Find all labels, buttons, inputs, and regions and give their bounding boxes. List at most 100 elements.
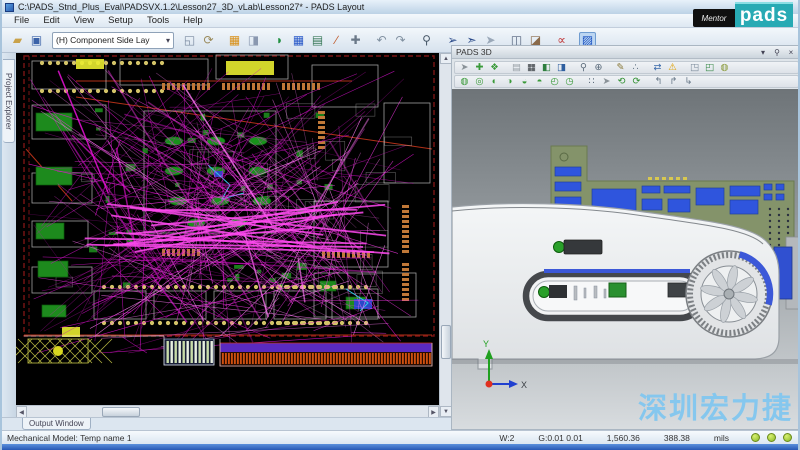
project-explorer-tab[interactable]: Project Explorer [3,59,15,143]
view-iso2-icon[interactable]: ◷ [562,76,577,88]
edit-model-icon[interactable]: ❖ [487,62,502,74]
grid-icon[interactable]: ▦ [290,32,307,49]
step-fwd-icon[interactable]: ↱ [666,76,681,88]
view-bottom-icon[interactable]: ◎ [472,76,487,88]
status-indicators [741,433,800,442]
board-sheet-icon[interactable]: ▤ [509,62,524,74]
pointer-3d-icon[interactable]: ➤ [457,62,472,74]
toolbar-group-file: ▰▣ [8,32,46,49]
status-width-mode[interactable]: W:2 [487,433,526,443]
board-view-icon[interactable]: ▦ [226,32,243,49]
status-indicator-icon[interactable] [783,433,792,442]
paste-icon[interactable]: ◨ [245,32,262,49]
cube-top-icon[interactable]: ◧ [539,62,554,74]
pads-3d-toolbar-2: ◍◎◐◑◒◓◴◷ ∷➤⟲⟳ ↰↱↳ [454,75,799,88]
horizontal-scrollbar[interactable]: ◀ ▶ [16,405,439,417]
layer-dropdown-value: (H) Component Side Lay [56,35,150,45]
route-icon[interactable]: ◗ [271,32,288,49]
measure-3d-icon[interactable]: ✎ [613,62,628,74]
view-iso1-icon[interactable]: ◴ [547,76,562,88]
vertical-scroll-thumb[interactable] [441,325,451,359]
add-model-icon[interactable]: ✚ [472,62,487,74]
pan-3d-icon[interactable]: ⊕ [591,62,606,74]
undo-icon[interactable]: ↶ [373,32,390,49]
status-coord-y: 388.38 [652,433,702,443]
horizontal-scroll-thumb[interactable] [102,407,140,417]
select-3d-icon[interactable]: ➤ [599,76,614,88]
toolbar-separator [500,32,507,33]
report-icon[interactable]: ◳ [687,62,702,74]
status-message: Mechanical Model: Temp name 1 [2,433,487,443]
toolbar-separator [644,81,651,82]
vertical-scrollbar[interactable]: ▲ ▼ [439,53,451,417]
pads-logo: pads [735,2,793,27]
redraw-icon[interactable]: ⟳ [200,32,217,49]
via-icon[interactable]: ✚ [347,32,364,49]
toolbar-separator [436,32,443,33]
pads-3d-panel: PADS 3D ▾⚲× ➤✚❖▤▦◧◨⚲⊕✎∴⇄⚠◳◰◍ ◍◎◐◑◒◓◴◷∷➤⟲… [451,45,800,430]
save-icon[interactable]: ▣ [28,32,45,49]
menu-help[interactable]: Help [176,15,210,26]
view-front-icon[interactable]: ◐ [487,76,502,88]
status-indicator-icon[interactable] [751,433,760,442]
menu-file[interactable]: File [7,15,36,26]
status-grid[interactable]: G:0.01 0.01 [526,433,594,443]
snap-points-icon[interactable]: ∷ [584,76,599,88]
pads-3d-viewport[interactable]: YX 深圳宏力捷 [452,89,800,429]
zoom-3d-icon[interactable]: ⚲ [576,62,591,74]
collision-icon[interactable]: ⇄ [650,62,665,74]
bottom-tab-row: Output Window [2,417,451,430]
left-tab-strip: Project Explorer [2,53,16,417]
pcb-canvas[interactable] [16,53,439,405]
toolbar-separator [569,67,576,68]
toolbar-separator [606,67,613,68]
measure-icon[interactable]: ∕ [328,32,345,49]
dfa-warning-icon[interactable]: ⚠ [665,62,680,74]
panel-menu-icon[interactable]: ▾ [757,47,769,57]
view-top-icon[interactable]: ◍ [457,76,472,88]
step-back-icon[interactable]: ↰ [651,76,666,88]
title-bar: C:\PADS_Stnd_Plus_Eval\PADSVX.1.2\Lesson… [2,0,800,14]
status-units[interactable]: mils [702,433,741,443]
svg-text:X: X [521,380,527,390]
panel-close-icon[interactable]: × [785,47,797,57]
toolbar-separator [680,67,687,68]
layers-icon[interactable]: ▤ [309,32,326,49]
zoom-icon[interactable]: ⚲ [418,32,435,49]
toolbar-separator [571,32,578,33]
snapshot-icon[interactable]: ◍ [717,62,732,74]
pads-3d-toolbar-1: ➤✚❖ ▤▦◧◨ ⚲⊕ ✎∴ ⇄⚠ ◳◰◍ [454,61,799,74]
toolbar-separator [577,81,584,82]
step-up-icon[interactable]: ↳ [681,76,696,88]
output-window-tab[interactable]: Output Window [22,418,91,430]
menu-setup[interactable]: Setup [101,15,140,26]
rotate-cw-icon[interactable]: ⟳ [629,76,644,88]
layer-dropdown[interactable]: (H) Component Side Lay ▾ [52,32,174,49]
branding: Mentor pads [693,2,793,27]
menu-edit[interactable]: Edit [36,15,66,26]
board-3d-icon[interactable]: ▦ [524,62,539,74]
menu-view[interactable]: View [67,15,101,26]
redo-icon[interactable]: ↷ [392,32,409,49]
view-back-icon[interactable]: ◑ [502,76,517,88]
panel-pin-icon[interactable]: ⚲ [771,47,783,57]
mentor-logo: Mentor [693,9,735,27]
watermark: 深圳宏力捷 [638,385,793,427]
status-indicator-icon[interactable] [767,433,776,442]
open-file-icon[interactable]: ▰ [9,32,26,49]
rotate-ccw-icon[interactable]: ⟲ [614,76,629,88]
view-right-icon[interactable]: ◓ [532,76,547,88]
menu-tools[interactable]: Tools [140,15,176,26]
status-coord-x: 1,560.36 [595,433,652,443]
measure-point-icon[interactable]: ∴ [628,62,643,74]
export-icon[interactable]: ◰ [702,62,717,74]
toolbar-separator [263,32,270,33]
view-left-icon[interactable]: ◒ [517,76,532,88]
window-bottom-border [2,444,800,450]
cube-bottom-icon[interactable]: ◨ [554,62,569,74]
pads-3d-title-bar: PADS 3D ▾⚲× [452,46,800,59]
new-window-icon[interactable]: ◱ [181,32,198,49]
pads-3d-window-buttons: ▾⚲× [755,47,797,57]
pads-3d-title: PADS 3D [456,47,492,57]
status-bar: Mechanical Model: Temp name 1 W:2 G:0.01… [2,430,800,444]
